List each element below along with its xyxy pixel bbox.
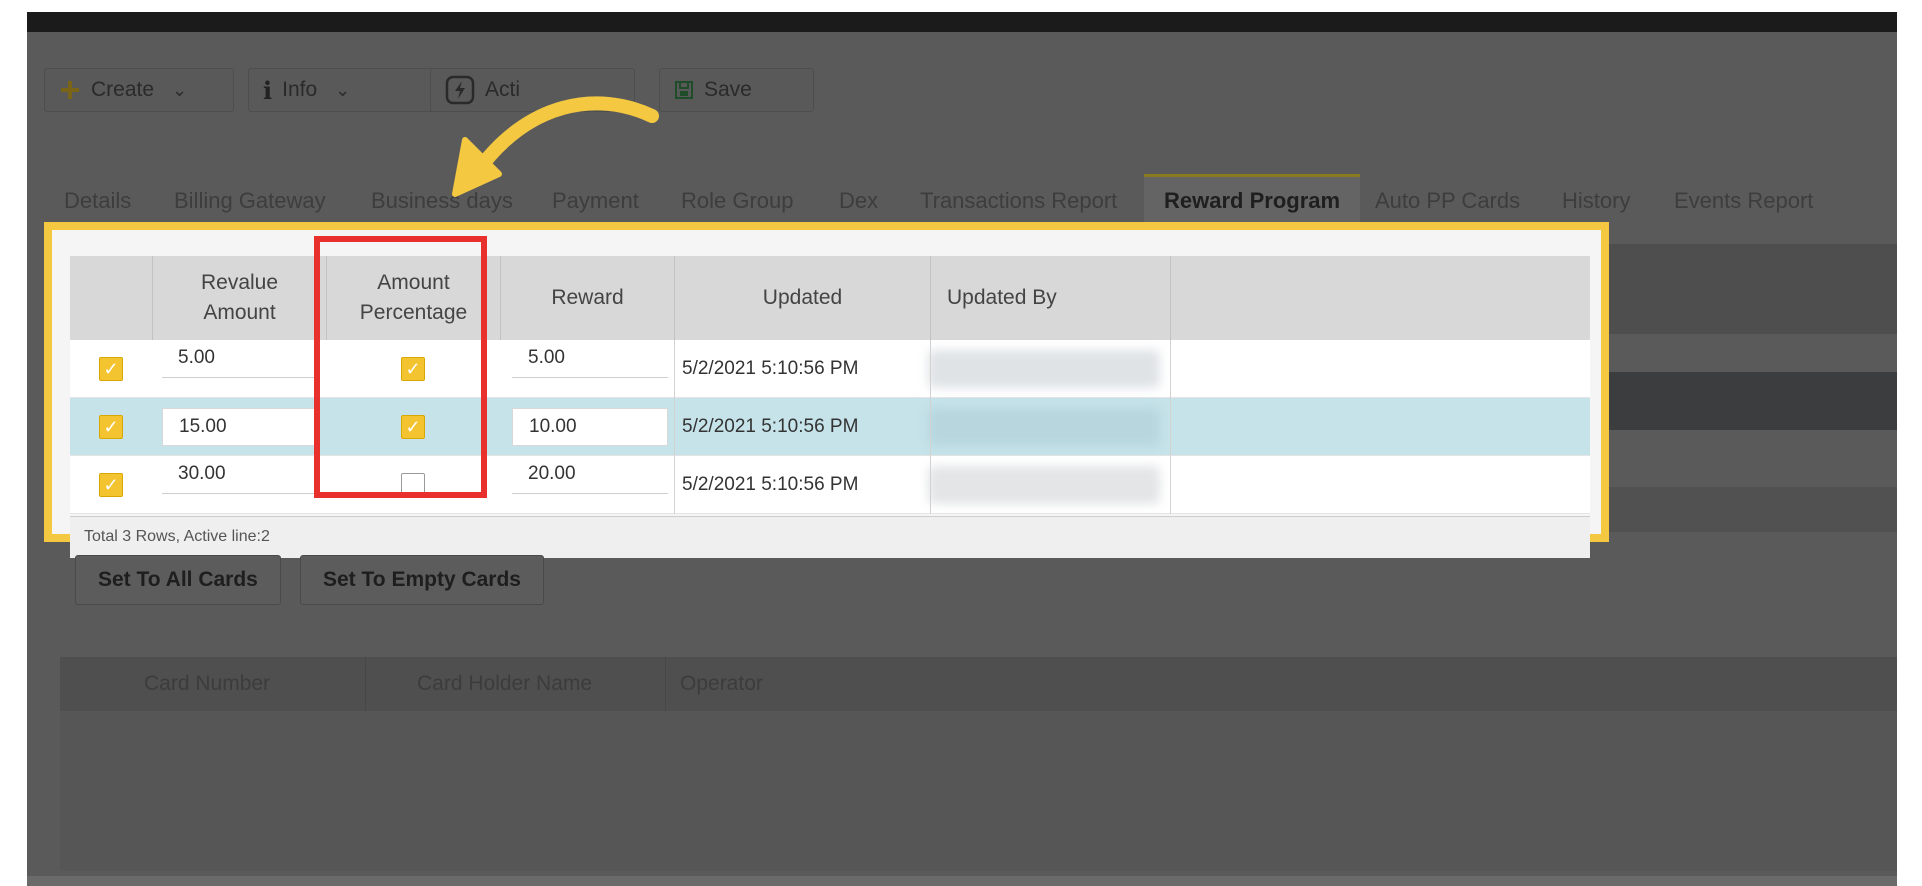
highlight-box: Revalue Amount Amount Percentage Reward … [44, 222, 1609, 558]
tab-details[interactable]: Details [64, 174, 131, 228]
column-divider [365, 657, 366, 711]
blurred-user [928, 350, 1160, 388]
active-row-bg [1597, 372, 1897, 430]
save-label: Save [704, 78, 752, 101]
info-icon: i [263, 75, 273, 105]
chevron-down-icon: ⌄ [335, 79, 351, 100]
app-window: Create ⌄ i Info ⌄ Acti Save Details Bill… [27, 12, 1897, 886]
active-checkbox[interactable]: ✓ [99, 357, 123, 381]
grid-footer-bg [1597, 487, 1897, 532]
create-label: Create [91, 78, 155, 101]
header-updated-by[interactable]: Updated By [930, 256, 1170, 340]
set-to-empty-cards-button[interactable]: Set To Empty Cards [300, 555, 544, 605]
active-checkbox[interactable]: ✓ [99, 473, 123, 497]
pointer-arrow-icon [452, 96, 659, 197]
header-revalue-amount[interactable]: Revalue Amount [152, 256, 326, 340]
header-filler [1170, 256, 1590, 340]
header-updated[interactable]: Updated [674, 256, 930, 340]
reward-field[interactable]: 5.00 [512, 340, 668, 378]
tab-history[interactable]: History [1562, 174, 1630, 228]
plus-icon [59, 79, 81, 101]
info-label: Info [282, 78, 318, 101]
create-button[interactable]: Create ⌄ [44, 68, 234, 112]
revalue-amount-field[interactable]: 15.00 [162, 408, 318, 446]
tab-billing-gateway[interactable]: Billing Gateway [174, 174, 326, 228]
blurred-user [928, 408, 1160, 446]
revalue-amount-field[interactable]: 5.00 [162, 340, 318, 378]
column-highlight-box [314, 236, 487, 498]
active-checkbox[interactable]: ✓ [99, 415, 123, 439]
header-operator[interactable]: Operator [680, 657, 763, 711]
updated-date: 5/2/2021 5:10:56 PM [682, 416, 859, 437]
tab-reward-program[interactable]: Reward Program [1144, 174, 1361, 228]
grid-header: Revalue Amount Amount Percentage Reward … [70, 256, 1590, 340]
save-button[interactable]: Save [659, 68, 814, 112]
tab-bar: Details Billing Gateway Business days Pa… [27, 174, 1897, 228]
tab-dex[interactable]: Dex [839, 174, 878, 228]
column-divider [1170, 340, 1171, 514]
header-reward[interactable]: Reward [500, 256, 674, 340]
header-card-number[interactable]: Card Number [144, 657, 270, 711]
tab-transactions-report[interactable]: Transactions Report [920, 174, 1117, 228]
reward-field[interactable]: 20.00 [512, 456, 668, 494]
table-row[interactable]: ✓ 15.00 ✓ 10.00 5/2/2021 5:10:56 PM [70, 398, 1590, 456]
revalue-amount-field[interactable]: 30.00 [162, 456, 318, 494]
grid-footer: Total 3 Rows, Active line:2 [70, 516, 1590, 558]
save-icon [674, 80, 694, 100]
blurred-user [928, 466, 1160, 504]
chevron-down-icon: ⌄ [172, 79, 188, 100]
column-divider [930, 340, 931, 514]
table-row[interactable]: ✓ 5.00 ✓ 5.00 5/2/2021 5:10:56 PM [70, 340, 1590, 398]
title-bar [27, 12, 1897, 32]
updated-date: 5/2/2021 5:10:56 PM [682, 358, 859, 379]
tab-role-group[interactable]: Role Group [681, 174, 794, 228]
header-active [70, 256, 152, 340]
column-divider [665, 657, 666, 711]
table-row[interactable]: ✓ 30.00 20.00 5/2/2021 5:10:56 PM [70, 456, 1590, 514]
set-to-all-cards-button[interactable]: Set To All Cards [75, 555, 281, 605]
tab-auto-pp-cards[interactable]: Auto PP Cards [1375, 174, 1520, 228]
updated-date: 5/2/2021 5:10:56 PM [682, 474, 859, 495]
status-strip [27, 876, 1897, 886]
cards-grid-body [60, 711, 1897, 871]
cards-grid-header: Card Number Card Holder Name Operator [60, 657, 1897, 711]
tab-events-report[interactable]: Events Report [1674, 174, 1813, 228]
grid-header-bg [1597, 244, 1897, 334]
info-button[interactable]: i Info ⌄ [248, 68, 440, 112]
reward-field[interactable]: 10.00 [512, 408, 668, 446]
header-card-holder-name[interactable]: Card Holder Name [417, 657, 592, 711]
column-divider [674, 340, 675, 514]
